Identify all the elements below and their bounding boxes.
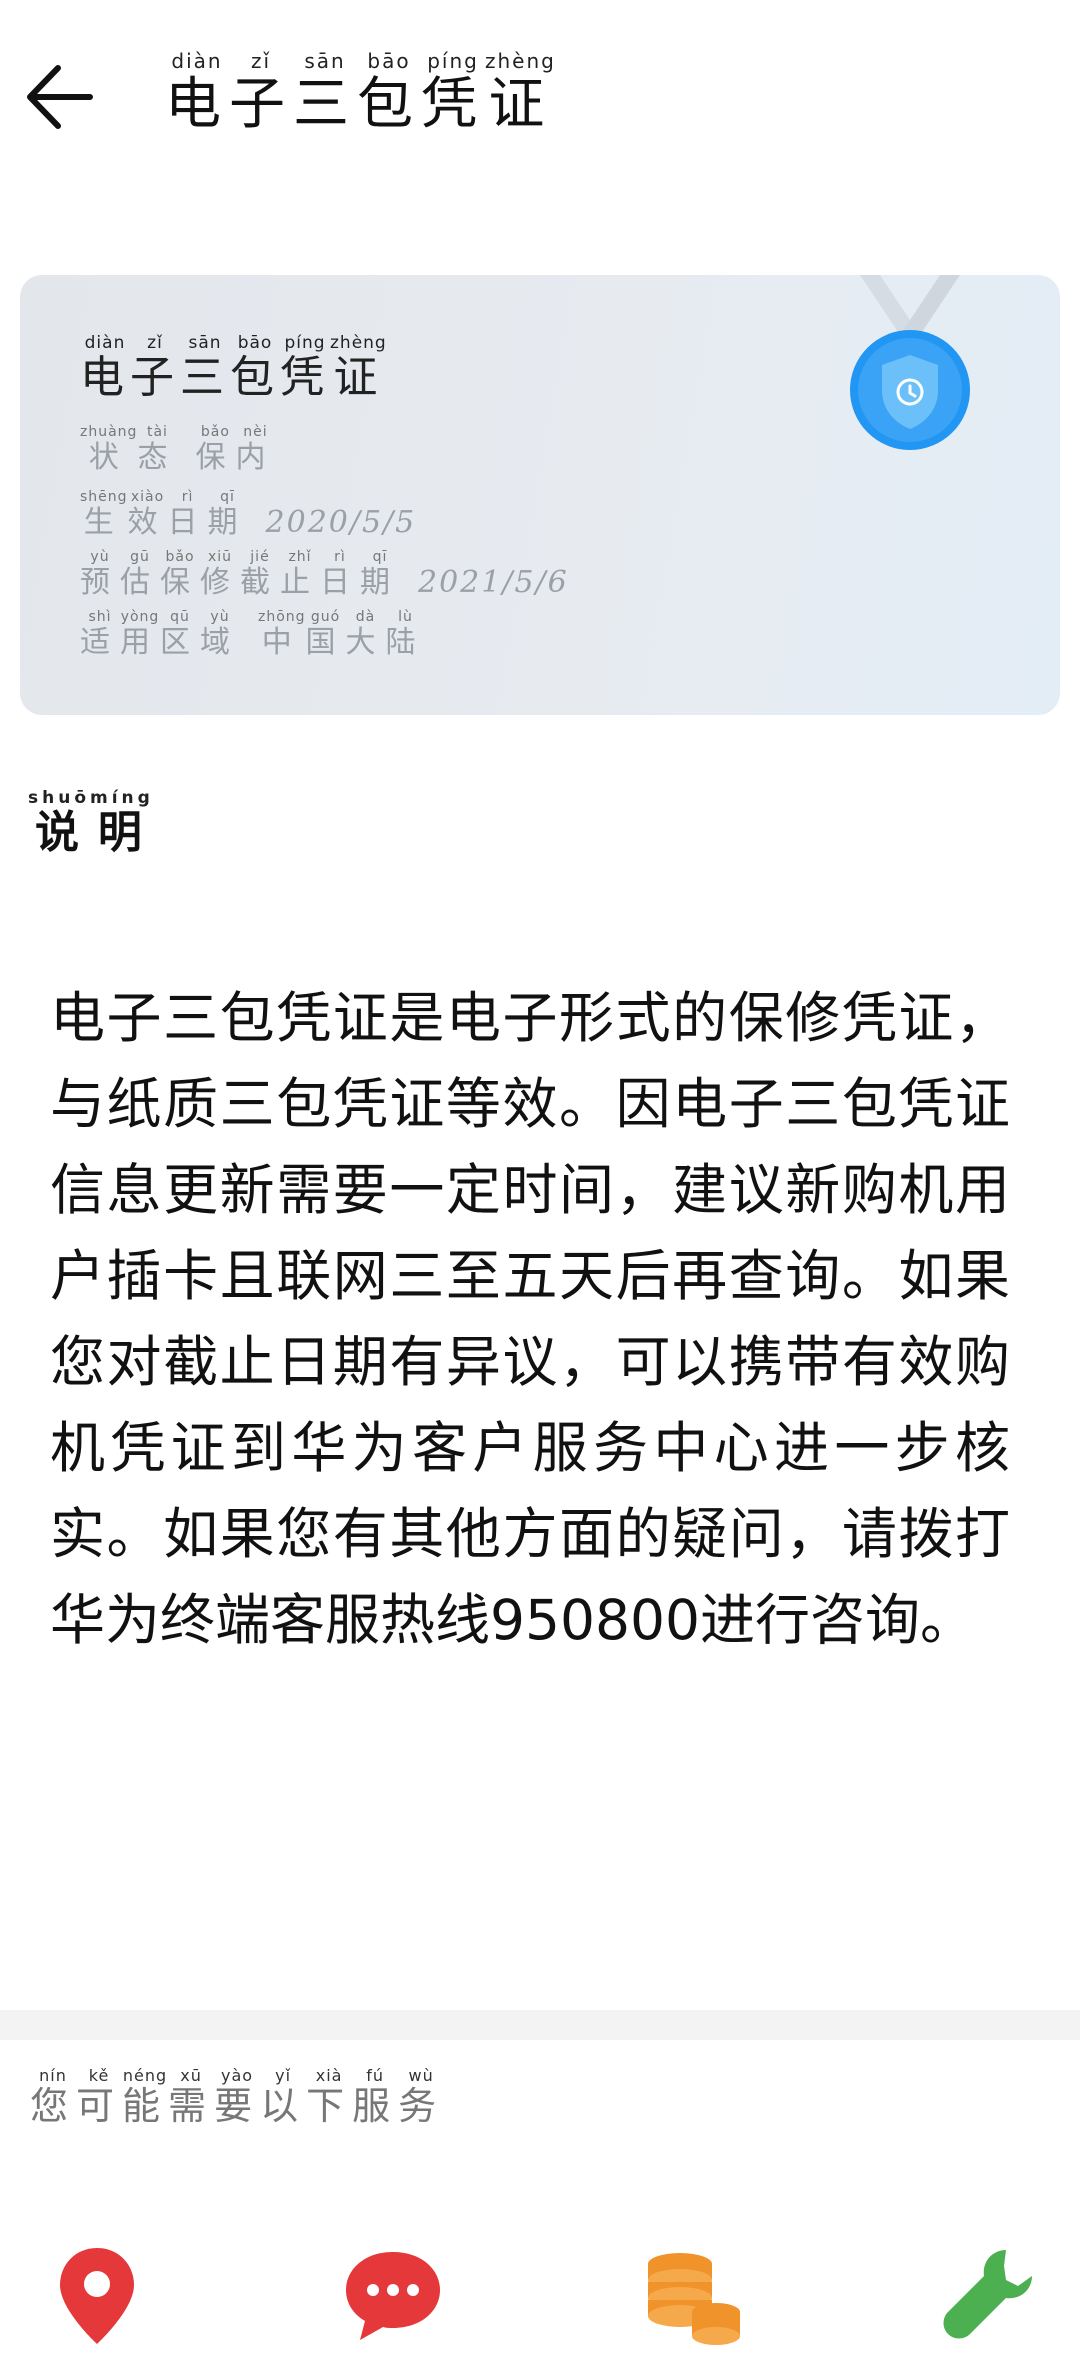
card-row-label-char: 日rì	[320, 549, 360, 600]
services-title-char: 您nín	[30, 2066, 77, 2128]
card-title-char: 电diàn	[80, 333, 130, 403]
card-row-value-char: 大dà	[345, 609, 386, 660]
section-divider	[0, 2010, 1080, 2040]
wrench-icon[interactable]	[936, 2240, 1036, 2350]
card-row-label-char: 预yù	[80, 549, 120, 600]
card-row-region: 适shì用yòng区qū域yù 中zhōng国guó大dà陆lù	[80, 609, 426, 661]
services-title-char: 以yǐ	[260, 2066, 307, 2128]
back-button[interactable]	[18, 52, 108, 142]
card-row-label: 生shēng效xiào日rì期qī	[80, 489, 248, 540]
card-title: 电diàn子zǐ三sān包bāo凭píng证zhèng	[80, 333, 387, 405]
explanation-text: 电子三包凭证是电子形式的保修凭证，与纸质三包凭证等效。因电子三包凭证信息更新需要…	[50, 986, 1010, 1652]
arrow-left-icon	[27, 65, 93, 129]
title-char: 证zhèng	[485, 49, 556, 137]
card-title-char: 三sān	[180, 333, 230, 403]
explain-title-char: 明míng	[90, 788, 154, 858]
coin-stack-icon[interactable]	[638, 2240, 748, 2350]
card-row-label-char: 适shì	[80, 609, 120, 660]
card-row-value-char: 内nèi	[235, 424, 276, 475]
card-row-label-char: 日rì	[167, 489, 208, 540]
card-title-char: 包bāo	[230, 333, 280, 403]
page-title: 电diàn子zǐ三sān包bāo凭píng证zhèng	[165, 49, 556, 133]
card-row-label-char: 效xiào	[127, 489, 168, 540]
card-row-value-char: 国guó	[305, 609, 346, 660]
location-pin-icon[interactable]	[42, 2240, 152, 2350]
shield-badge-icon	[850, 275, 970, 450]
card-row-label-char: 截jié	[240, 549, 280, 600]
services-title-char: 可kě	[76, 2066, 123, 2128]
card-row-label-char: 用yòng	[120, 609, 160, 660]
card-row-value: 2020/5/5	[265, 505, 417, 540]
card-row-value-char: 中zhōng	[258, 609, 306, 660]
section-title-services: 您nín可kě能néng需xū要yào以yǐ下xià服fú务wù	[30, 2066, 445, 2130]
explain-title-char: 说shuō	[28, 788, 91, 858]
card-row-label-char: 态tài	[137, 424, 178, 475]
section-title-explanation: 说shuō明míng	[28, 788, 154, 860]
header: 电diàn子zǐ三sān包bāo凭píng证zhèng	[0, 0, 1080, 200]
card-title-char: 证zhèng	[330, 333, 387, 403]
card-row-label-char: 估gū	[120, 549, 160, 600]
card-row-label: 状zhuàng态tài	[80, 424, 178, 475]
card-row-value: 中zhōng国guó大dà陆lù	[258, 609, 426, 660]
title-char: 凭píng	[421, 49, 485, 137]
card-row-label-char: 期qī	[360, 549, 400, 600]
services-title-char: 需xū	[168, 2066, 215, 2128]
card-row-label: 适shì用yòng区qū域yù	[80, 609, 240, 660]
card-row-label-char: 修xiū	[200, 549, 240, 600]
services-title-char: 能néng	[122, 2066, 169, 2128]
services-title-char: 务wù	[398, 2066, 445, 2128]
card-row-status: 状zhuàng态tài 保bǎo内nèi	[80, 424, 276, 476]
card-row-label-char: 期qī	[207, 489, 248, 540]
card-row-label-char: 生shēng	[80, 489, 128, 540]
warranty-card: 电diàn子zǐ三sān包bāo凭píng证zhèng 状zhuàng态tài 保…	[20, 275, 1060, 715]
services-title-char: 下xià	[306, 2066, 353, 2128]
services-title-char: 要yào	[214, 2066, 261, 2128]
title-char: 子zǐ	[229, 49, 293, 137]
card-row-label-char: 保bǎo	[160, 549, 200, 600]
services-title-char: 服fú	[352, 2066, 399, 2128]
card-row-label-char: 状zhuàng	[80, 424, 138, 475]
title-char: 三sān	[293, 49, 357, 137]
card-row-value-char: 保bǎo	[195, 424, 236, 475]
title-char: 电diàn	[165, 49, 229, 137]
card-row-value: 保bǎo内nèi	[195, 424, 276, 475]
title-char: 包bāo	[357, 49, 421, 137]
card-title-char: 子zǐ	[130, 333, 180, 403]
card-row-label-char: 止zhǐ	[280, 549, 320, 600]
card-row-value: 2021/5/6	[418, 565, 569, 600]
card-title-char: 凭píng	[280, 333, 330, 403]
card-row-effective-date: 生shēng效xiào日rì期qī 2020/5/5	[80, 489, 417, 541]
card-row-label: 预yù估gū保bǎo修xiū截jié止zhǐ日rì期qī	[80, 549, 400, 600]
card-row-value-char: 陆lù	[385, 609, 426, 660]
card-row-expiry-date: 预yù估gū保bǎo修xiū截jié止zhǐ日rì期qī 2021/5/6	[80, 549, 569, 601]
card-row-label-char: 区qū	[160, 609, 200, 660]
chat-bubble-icon[interactable]	[338, 2240, 448, 2350]
card-row-label-char: 域yù	[200, 609, 240, 660]
